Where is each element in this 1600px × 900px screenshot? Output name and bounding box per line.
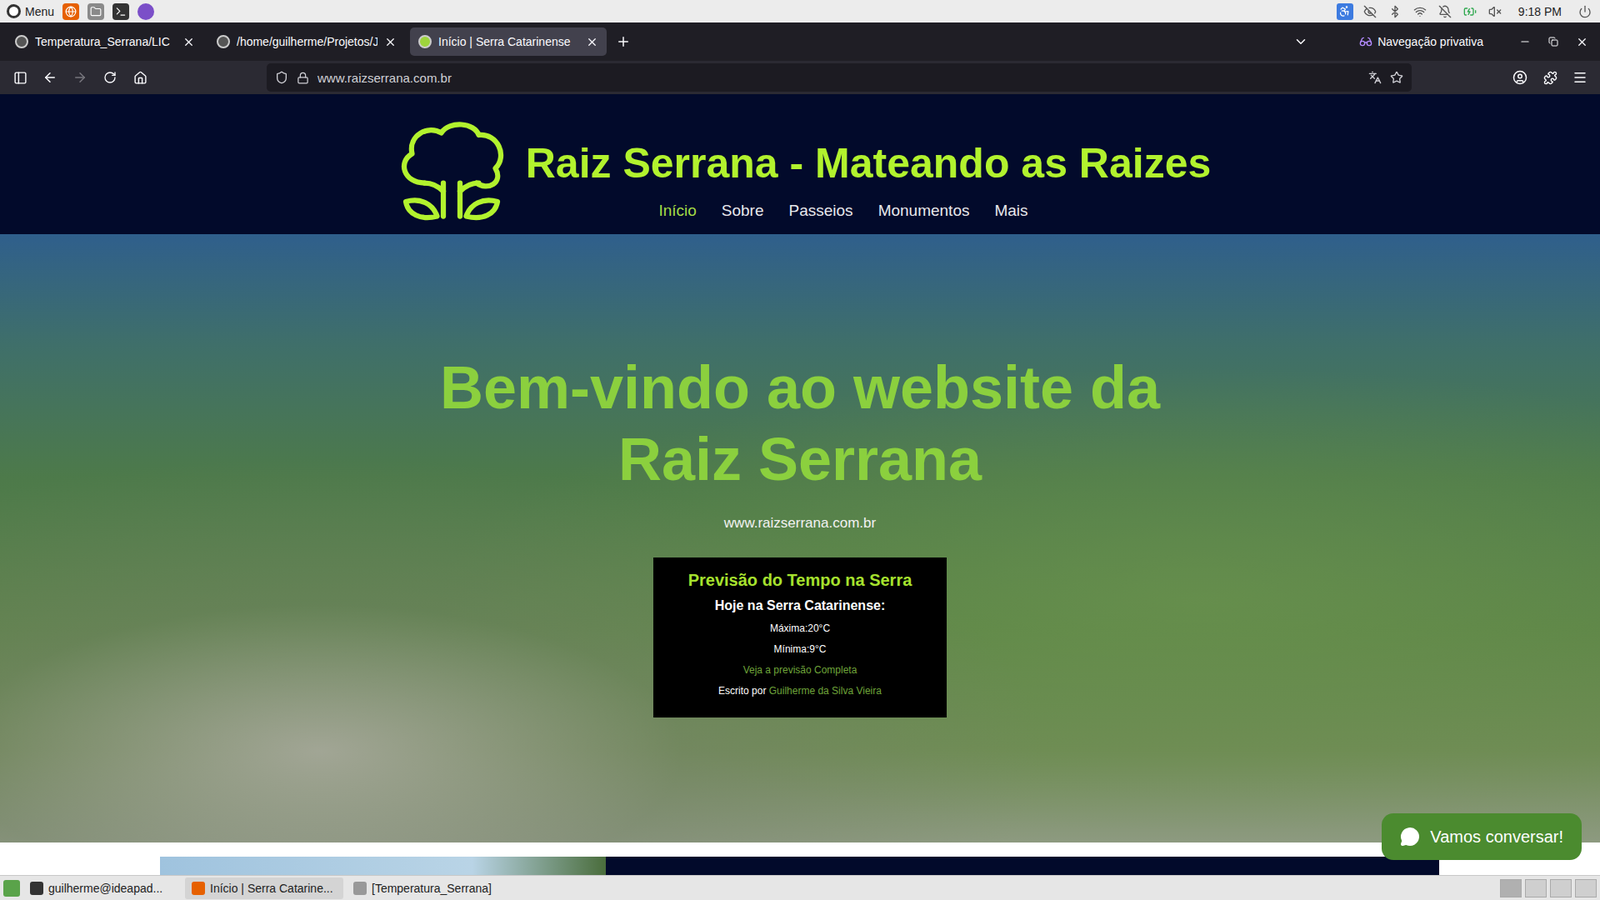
lock-icon[interactable] bbox=[296, 71, 310, 85]
tree-logo-icon[interactable] bbox=[389, 118, 515, 223]
hero-section: Bem-vindo ao website da Raiz Serrana www.… bbox=[0, 234, 1600, 843]
window-icon bbox=[191, 881, 205, 895]
workspace-switcher[interactable] bbox=[1575, 879, 1597, 898]
close-tab-icon[interactable] bbox=[384, 35, 397, 49]
weather-byline: Escrito por Guilherme da Silva Vieira bbox=[718, 685, 882, 698]
menu-button[interactable]: Menu bbox=[6, 4, 55, 19]
battery-icon[interactable] bbox=[1461, 3, 1479, 20]
taskbar-item[interactable]: guilherme@ideapad... bbox=[23, 877, 182, 900]
weather-box: Previsão do Tempo na Serra Hoje na Serra … bbox=[653, 557, 947, 718]
favicon-icon bbox=[15, 35, 29, 49]
forward-icon[interactable] bbox=[68, 65, 92, 90]
close-tab-icon[interactable] bbox=[585, 35, 599, 49]
tab-bar: Temperatura_Serrana/LIC/home/guilherme/P… bbox=[0, 22, 1600, 61]
taskbar-item[interactable]: [Temperatura_Serrana] bbox=[346, 877, 505, 900]
workspace-switcher[interactable] bbox=[1525, 879, 1547, 898]
bluetooth-icon[interactable] bbox=[1386, 3, 1404, 20]
firefox-launcher-icon[interactable] bbox=[62, 3, 80, 20]
reload-icon[interactable] bbox=[98, 65, 122, 90]
weather-min: Mínima:9°C bbox=[774, 643, 827, 656]
private-browsing-label: Navegação privativa bbox=[1359, 35, 1484, 49]
hero-subtitle: www.raizserrana.com.br bbox=[724, 515, 876, 532]
terminal-launcher-icon[interactable] bbox=[112, 3, 130, 20]
nav-link[interactable]: Início bbox=[658, 200, 696, 221]
author-link[interactable]: Guilherme da Silva Vieira bbox=[769, 685, 882, 697]
wifi-icon[interactable] bbox=[1411, 3, 1429, 20]
accessibility-icon[interactable] bbox=[1336, 3, 1354, 20]
workspace-switcher[interactable] bbox=[1500, 879, 1522, 898]
weather-title: Previsão do Tempo na Serra bbox=[688, 569, 913, 591]
next-section bbox=[0, 842, 1600, 875]
nav-link[interactable]: Monumentos bbox=[878, 200, 970, 221]
browser-tab[interactable]: /home/guilherme/Projetos/J bbox=[208, 27, 405, 56]
sidebar-icon[interactable] bbox=[8, 65, 32, 90]
power-icon[interactable] bbox=[1576, 3, 1594, 20]
weather-max: Máxima:20°C bbox=[770, 622, 830, 635]
web-page: Raiz Serrana - Mateando as Raizes Início S… bbox=[0, 94, 1600, 875]
new-tab-icon[interactable] bbox=[611, 30, 635, 54]
clock[interactable]: 9:18 PM bbox=[1518, 5, 1562, 19]
extensions-icon[interactable] bbox=[1538, 65, 1562, 90]
close-window-icon[interactable] bbox=[1570, 30, 1594, 54]
tracking-protection-icon[interactable] bbox=[275, 70, 289, 85]
desktop: Menu 9:18 PM Temperatura_Serrana/LIC/home/… bbox=[0, 0, 1600, 900]
favicon-icon bbox=[418, 35, 432, 49]
weather-subtitle: Hoje na Serra Catarinense: bbox=[715, 597, 886, 615]
site-header: Raiz Serrana - Mateando as Raizes Início S… bbox=[0, 94, 1600, 235]
window-icon bbox=[353, 881, 367, 895]
taskbar: guilherme@ideapad...Início | Serra Catar… bbox=[0, 875, 1600, 900]
section-photo bbox=[160, 856, 606, 875]
browser-tab[interactable]: Temperatura_Serrana/LIC bbox=[6, 27, 204, 56]
chat-button[interactable]: Vamos conversar! bbox=[1381, 813, 1582, 860]
restore-icon[interactable] bbox=[1541, 30, 1565, 54]
taskbar-item[interactable]: Início | Serra Catarine... bbox=[185, 877, 344, 900]
back-icon[interactable] bbox=[38, 65, 62, 90]
private-mask-icon bbox=[1359, 35, 1373, 49]
eye-icon[interactable] bbox=[1361, 3, 1379, 20]
nav-link[interactable]: Mais bbox=[994, 200, 1028, 221]
window-icon bbox=[30, 881, 44, 895]
account-icon[interactable] bbox=[1508, 65, 1532, 90]
bookmark-star-icon[interactable] bbox=[1390, 70, 1404, 85]
workspace-switcher[interactable] bbox=[1550, 879, 1572, 898]
menu-logo-icon bbox=[6, 4, 21, 19]
files-launcher-icon[interactable] bbox=[87, 3, 105, 20]
show-desktop-icon[interactable] bbox=[3, 880, 20, 897]
nav-link[interactable]: Sobre bbox=[721, 200, 765, 221]
hero-heading: Bem-vindo ao website da Raiz Serrana bbox=[408, 351, 1192, 495]
chat-bubble-icon bbox=[1400, 826, 1420, 847]
close-tab-icon[interactable] bbox=[182, 35, 195, 49]
editor-launcher-icon[interactable] bbox=[137, 3, 155, 20]
nav-link[interactable]: Passeios bbox=[789, 200, 854, 221]
browser-tab[interactable]: Início | Serra Catarinense bbox=[410, 27, 607, 56]
full-forecast-link[interactable]: Veja a previsão Completa bbox=[743, 664, 858, 676]
site-title: Raiz Serrana - Mateando as Raizes bbox=[525, 138, 1212, 189]
tab-list-icon[interactable] bbox=[1289, 30, 1313, 54]
url-bar[interactable]: www.raizserrana.com.br bbox=[266, 63, 1412, 92]
site-nav: Início Sobre Passeios Monumentos Mais bbox=[658, 200, 1028, 221]
navigation-toolbar: www.raizserrana.com.br bbox=[0, 60, 1600, 95]
home-icon[interactable] bbox=[128, 65, 152, 90]
system-panel: Menu 9:18 PM bbox=[0, 0, 1600, 23]
minimize-icon[interactable] bbox=[1513, 30, 1537, 54]
favicon-icon bbox=[216, 35, 230, 49]
volume-icon[interactable] bbox=[1486, 3, 1504, 20]
app-menu-icon[interactable] bbox=[1568, 65, 1592, 90]
section-panel bbox=[605, 856, 1440, 875]
translate-icon[interactable] bbox=[1368, 70, 1382, 85]
notifications-icon[interactable] bbox=[1436, 3, 1454, 20]
